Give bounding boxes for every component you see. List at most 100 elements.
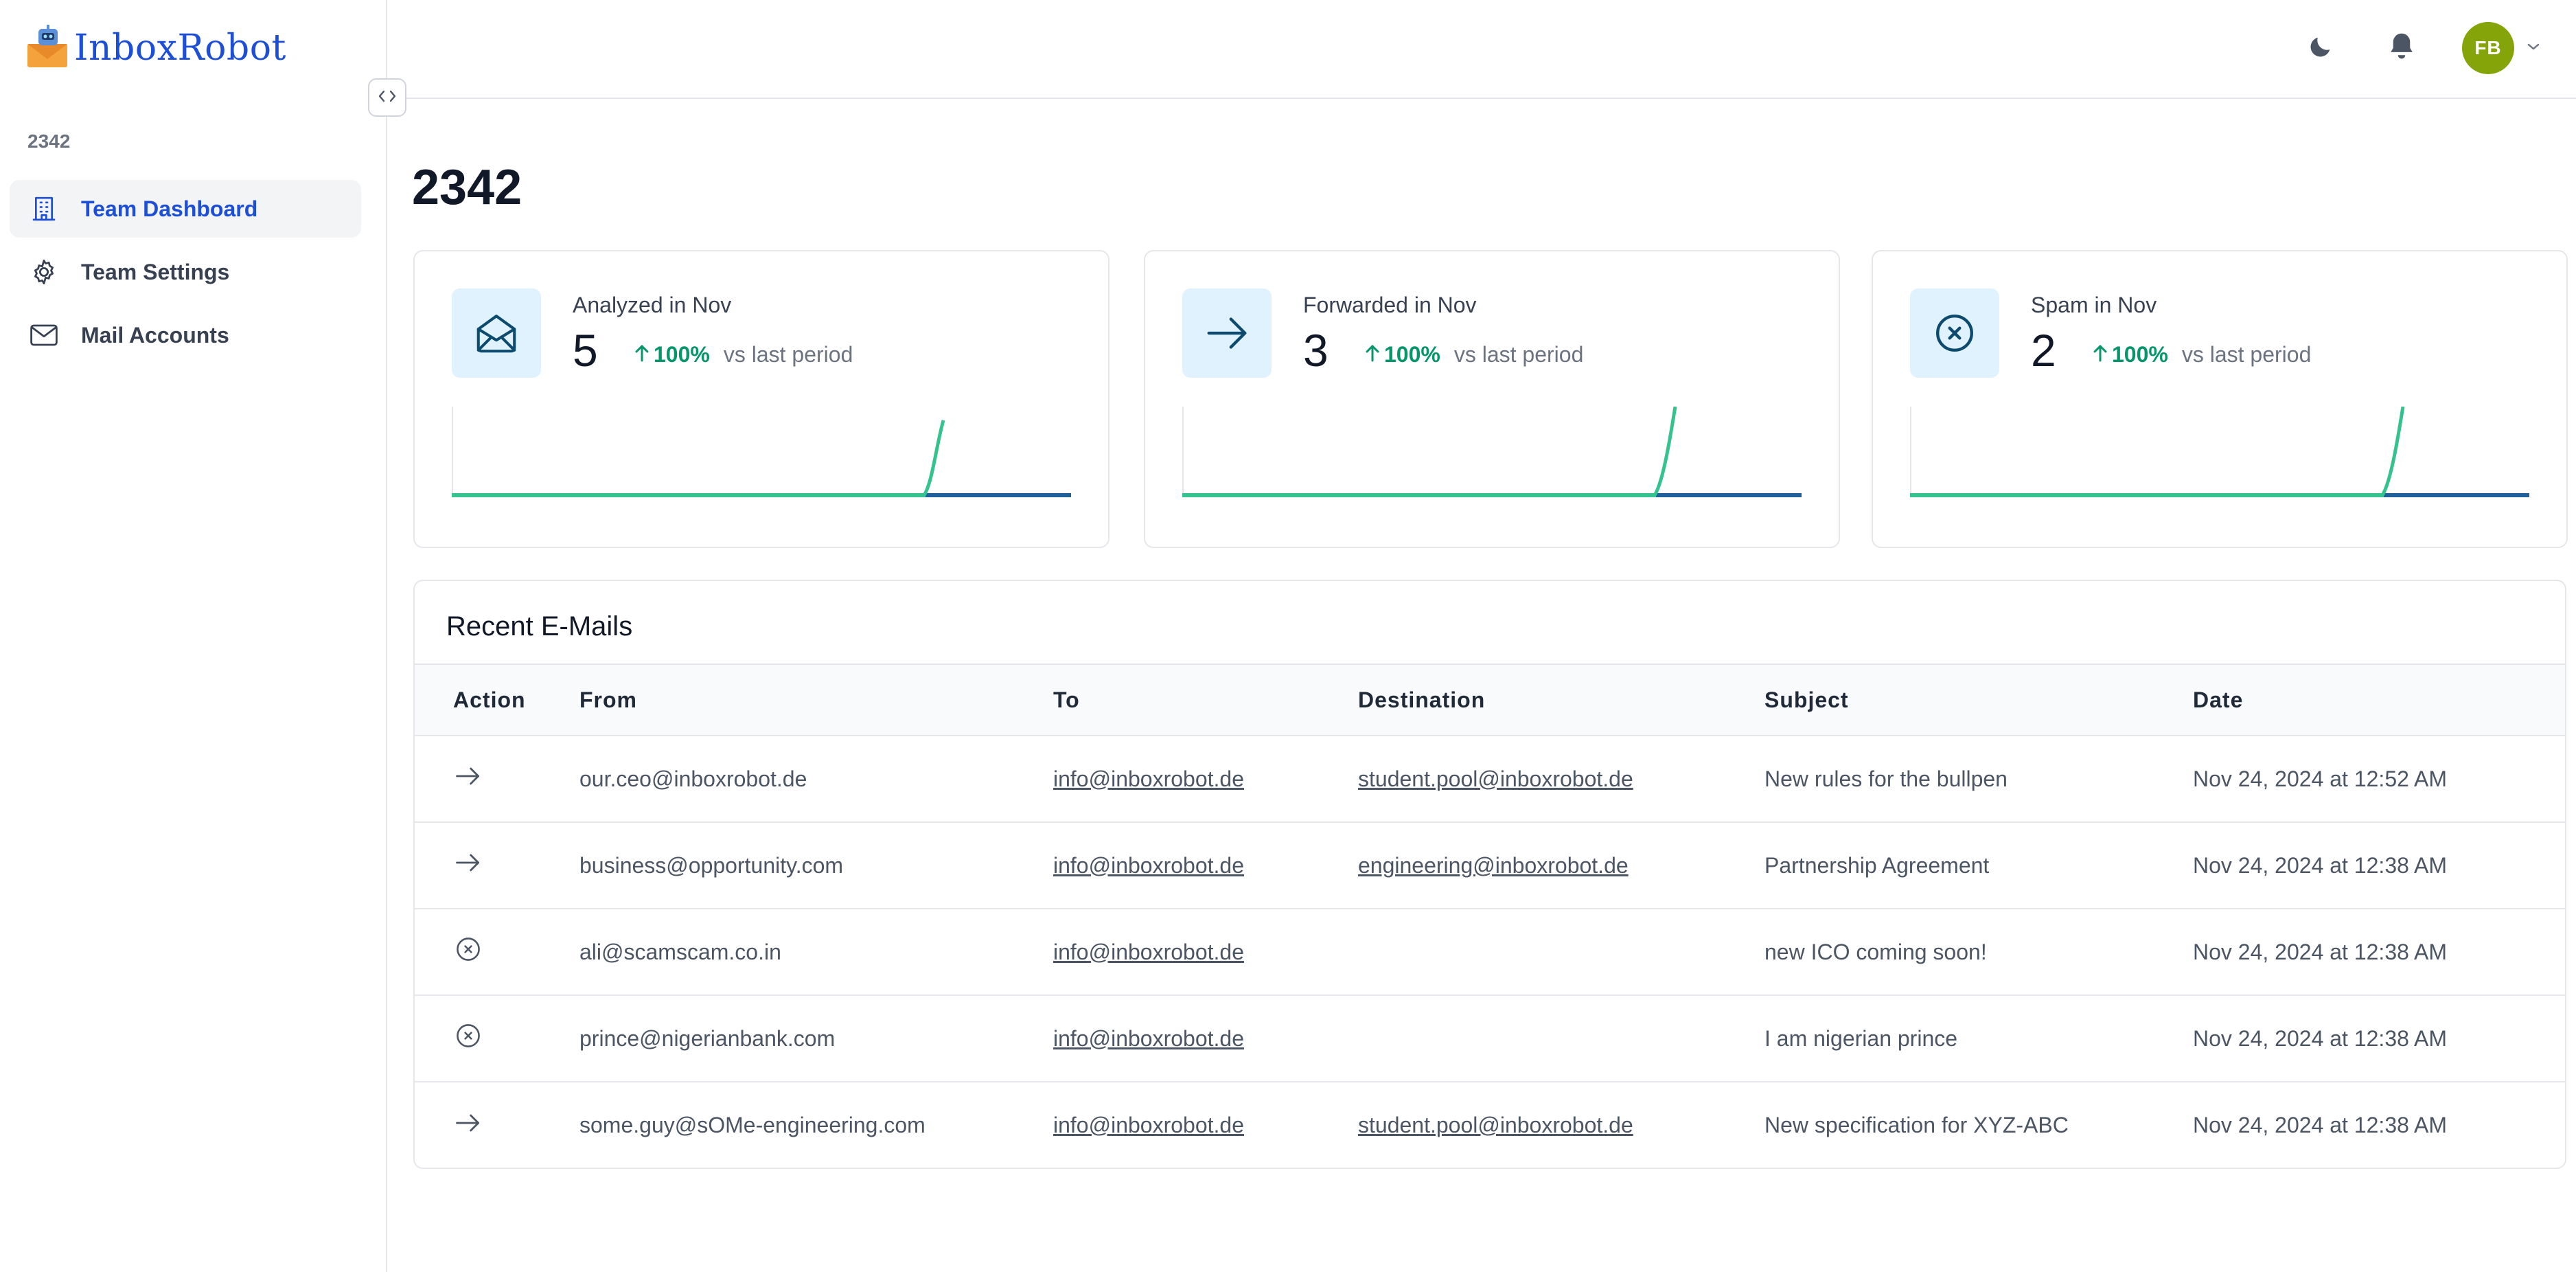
arrow-up-icon	[2093, 343, 2108, 366]
action-cell	[415, 995, 579, 1082]
destination-link[interactable]: student.pool@inboxrobot.de	[1358, 1113, 1633, 1137]
to-cell: info@inboxrobot.de	[1053, 822, 1358, 909]
destination-cell: engineering@inboxrobot.de	[1358, 822, 1764, 909]
column-header-date[interactable]: Date	[2193, 664, 2565, 736]
stat-card-forwarded: Forwarded in Nov 3 100% vs last period	[1144, 250, 1840, 548]
subject-cell: new ICO coming soon!	[1764, 939, 1987, 964]
stat-label: Spam in Nov	[2031, 293, 2157, 317]
sparkline-chart	[1182, 407, 1802, 497]
date-cell: Nov 24, 2024 at 12:38 AM	[2193, 1113, 2448, 1137]
table-row[interactable]: business@opportunity.com info@inboxrobot…	[415, 822, 2565, 909]
trend-note: vs last period	[1453, 342, 1584, 367]
trend-note: vs last period	[723, 342, 853, 367]
stat-value: 3	[1303, 325, 1329, 376]
recent-emails-table: Action From To Destination Subject Date …	[415, 663, 2565, 1168]
stat-trend: 100% vs last period	[1365, 342, 1583, 367]
stat-value: 2	[2031, 325, 2056, 376]
chevron-down-icon	[2526, 42, 2541, 55]
logo[interactable]: InboxRobot	[23, 21, 286, 76]
x-circle-icon	[453, 1024, 483, 1056]
dark-mode-toggle[interactable]	[2300, 27, 2341, 69]
from-cell: some.guy@sOMe-engineering.com	[579, 1113, 925, 1137]
x-circle-icon	[1910, 288, 1999, 378]
date-cell: Nov 24, 2024 at 12:52 AM	[2193, 766, 2448, 791]
notifications-button[interactable]	[2381, 27, 2422, 69]
date-cell: Nov 24, 2024 at 12:38 AM	[2193, 939, 2448, 964]
destination-link[interactable]: engineering@inboxrobot.de	[1358, 853, 1629, 878]
subject-cell: I am nigerian prince	[1764, 1025, 1958, 1051]
table-header-row: Action From To Destination Subject Date	[415, 664, 2565, 736]
destination-cell	[1358, 909, 1764, 995]
page-title: 2342	[412, 160, 522, 215]
to-link[interactable]: info@inboxrobot.de	[1053, 1026, 1244, 1051]
from-cell: our.ceo@inboxrobot.de	[579, 766, 807, 791]
sparkline-chart	[452, 407, 1071, 497]
column-header-action[interactable]: Action	[415, 664, 579, 736]
arrow-up-icon	[1365, 343, 1380, 366]
from-cell: prince@nigerianbank.com	[579, 1025, 836, 1051]
trend-percent: 100%	[1384, 342, 1440, 367]
avatar[interactable]: FB	[2462, 22, 2514, 74]
sidebar-item-team-settings[interactable]: Team Settings	[10, 243, 361, 301]
robot-mailbox-icon	[23, 23, 73, 73]
stat-card-analyzed: Analyzed in Nov 5 100% vs last period	[413, 250, 1109, 548]
sidebar-nav: Team Dashboard Team Settings Mail Accoun…	[10, 180, 361, 370]
trend-percent: 100%	[654, 342, 710, 367]
sidebar-item-label: Team Settings	[81, 259, 230, 284]
bell-icon	[2387, 31, 2416, 66]
user-menu-toggle[interactable]	[2524, 38, 2543, 58]
to-link[interactable]: info@inboxrobot.de	[1053, 1113, 1244, 1137]
subject-cell: Partnership Agreement	[1764, 852, 1990, 878]
action-cell	[415, 822, 579, 909]
to-link[interactable]: info@inboxrobot.de	[1053, 766, 1244, 791]
action-cell	[415, 1082, 579, 1168]
to-link[interactable]: info@inboxrobot.de	[1053, 940, 1244, 964]
column-header-destination[interactable]: Destination	[1358, 664, 1764, 736]
stat-cards: Analyzed in Nov 5 100% vs last period Fo…	[413, 250, 2568, 548]
trend-note: vs last period	[2181, 342, 2312, 367]
to-link[interactable]: info@inboxrobot.de	[1053, 853, 1244, 878]
moon-icon	[2307, 33, 2334, 64]
from-cell: business@opportunity.com	[579, 852, 844, 878]
building-icon	[27, 192, 60, 225]
destination-cell	[1358, 995, 1764, 1082]
table-row[interactable]: ali@scamscam.co.in info@inboxrobot.de ne…	[415, 909, 2565, 995]
recent-emails-panel: Recent E-Mails Action From To Destinatio…	[413, 580, 2566, 1169]
arrow-right-icon	[1182, 288, 1272, 378]
logo-text: InboxRobot	[74, 27, 286, 69]
date-cell: Nov 24, 2024 at 12:38 AM	[2193, 1025, 2448, 1051]
to-cell: info@inboxrobot.de	[1053, 736, 1358, 822]
subject-cell: New rules for the bullpen	[1764, 766, 2008, 791]
column-header-to[interactable]: To	[1053, 664, 1358, 736]
envelope-icon	[27, 319, 60, 352]
sidebar-item-label: Team Dashboard	[81, 196, 258, 221]
stat-value: 5	[573, 325, 598, 376]
org-label: 2342	[27, 130, 71, 152]
stat-trend: 100% vs last period	[2093, 342, 2311, 367]
trend-percent: 100%	[2112, 342, 2168, 367]
arrow-up-icon	[634, 343, 649, 366]
to-cell: info@inboxrobot.de	[1053, 909, 1358, 995]
action-cell	[415, 736, 579, 822]
envelope-open-icon	[452, 288, 541, 378]
column-header-subject[interactable]: Subject	[1764, 664, 2193, 736]
sidebar-item-team-dashboard[interactable]: Team Dashboard	[10, 180, 361, 238]
stat-trend: 100% vs last period	[634, 342, 853, 367]
table-row[interactable]: our.ceo@inboxrobot.de info@inboxrobot.de…	[415, 736, 2565, 822]
sidebar-collapse-button[interactable]	[368, 78, 406, 117]
code-brackets-icon	[377, 89, 398, 107]
from-cell: ali@scamscam.co.in	[579, 939, 781, 964]
x-circle-icon	[453, 938, 483, 969]
destination-cell: student.pool@inboxrobot.de	[1358, 1082, 1764, 1168]
destination-link[interactable]: student.pool@inboxrobot.de	[1358, 766, 1633, 791]
sidebar: InboxRobot 2342 Team Dashboard Team Sett…	[0, 0, 387, 1272]
destination-cell: student.pool@inboxrobot.de	[1358, 736, 1764, 822]
to-cell: info@inboxrobot.de	[1053, 1082, 1358, 1168]
table-row[interactable]: prince@nigerianbank.com info@inboxrobot.…	[415, 995, 2565, 1082]
sidebar-item-mail-accounts[interactable]: Mail Accounts	[10, 306, 361, 364]
stat-card-spam: Spam in Nov 2 100% vs last period	[1872, 250, 2568, 548]
stat-label: Forwarded in Nov	[1303, 293, 1477, 317]
table-row[interactable]: some.guy@sOMe-engineering.com info@inbox…	[415, 1082, 2565, 1168]
column-header-from[interactable]: From	[579, 664, 1053, 736]
gear-icon	[27, 255, 60, 288]
